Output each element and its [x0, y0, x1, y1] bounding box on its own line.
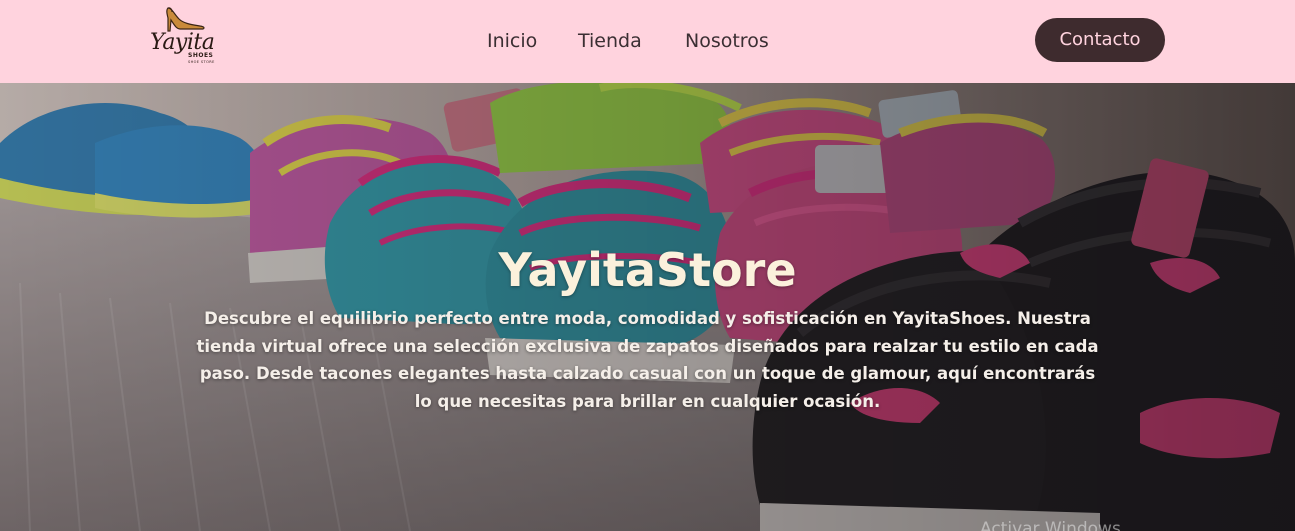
nav-link-inicio[interactable]: Inicio [487, 30, 537, 52]
logo-tagline: SHOE STORE [188, 60, 215, 64]
logo-subtext: SHOES [188, 52, 214, 59]
windows-activation-watermark: Activar Windows [980, 519, 1121, 531]
contact-button[interactable]: Contacto [1035, 18, 1165, 62]
nav-link-tienda[interactable]: Tienda [578, 30, 642, 52]
hero-section: YayitaStore Descubre el equilibrio perfe… [0, 83, 1295, 531]
logo-text: Yayita [150, 30, 215, 55]
hero-title: YayitaStore [498, 243, 797, 297]
hero-description: Descubre el equilibrio perfecto entre mo… [196, 309, 1099, 411]
brand-logo[interactable]: Yayita SHOES SHOE STORE [146, 4, 220, 70]
navbar: Yayita SHOES SHOE STORE Inicio Tienda No… [0, 0, 1295, 83]
nav-link-nosotros[interactable]: Nosotros [685, 30, 769, 52]
